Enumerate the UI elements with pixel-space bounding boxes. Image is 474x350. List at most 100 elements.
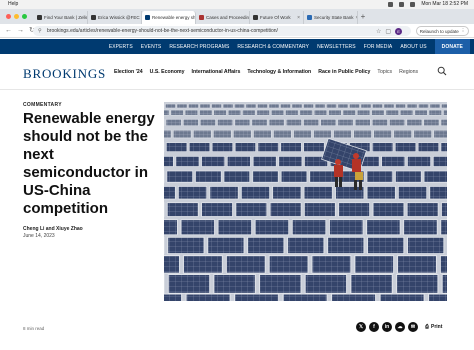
nav-experts[interactable]: EXPERTS — [109, 44, 133, 50]
solar-panel — [291, 103, 303, 109]
close-tab-icon[interactable]: × — [297, 15, 300, 21]
solar-panel — [414, 109, 428, 116]
solar-panel — [373, 129, 392, 139]
forward-arrow-icon[interactable]: → — [17, 27, 24, 35]
solar-panel — [268, 255, 309, 274]
solar-panel — [439, 255, 447, 274]
solar-panel — [209, 186, 239, 200]
solar-panel — [353, 129, 372, 139]
solar-panel — [201, 202, 233, 217]
extensions-icon[interactable]: ▢ — [385, 28, 391, 35]
site-info-icon[interactable]: ⚲ — [38, 28, 42, 34]
clock[interactable]: Mon Mar 18 2:52 PM — [421, 1, 468, 7]
tab-label: Security State Bank — [314, 15, 354, 20]
browser-tab[interactable]: Security State Bank× — [304, 11, 358, 24]
solar-panel — [413, 129, 432, 139]
solar-panel — [233, 129, 252, 139]
solar-panel — [395, 142, 417, 152]
nav-research-commentary[interactable]: RESEARCH & COMMENTARY — [237, 44, 309, 50]
browser-tab[interactable]: Erica Wissick @FEC× — [88, 11, 142, 24]
nav-us-economy[interactable]: U.S. Economy — [150, 69, 185, 75]
relaunch-button[interactable]: Relaunch to update ⋮ — [416, 26, 469, 36]
main-nav: Election '24 U.S. Economy International … — [114, 69, 418, 75]
solar-panel — [428, 109, 442, 116]
favicon-icon — [199, 15, 204, 20]
nav-technology[interactable]: Technology & Information — [247, 69, 311, 75]
bookmark-star-icon[interactable]: ☆ — [376, 28, 381, 35]
back-arrow-icon[interactable]: ← — [5, 27, 12, 35]
linkedin-share-icon[interactable]: in — [382, 322, 392, 332]
solar-panel — [211, 103, 222, 109]
nav-newsletters[interactable]: NEWSLETTERS — [317, 44, 356, 50]
solar-panel — [395, 170, 422, 183]
solar-panel — [331, 293, 377, 301]
solar-panel — [252, 155, 277, 167]
solar-panel — [226, 155, 251, 167]
close-window-button[interactable] — [6, 14, 11, 19]
favicon-icon — [91, 15, 96, 20]
browser-tab[interactable]: Future Of Work × — [250, 11, 304, 24]
solar-panel — [349, 103, 360, 109]
tab-label: Renewable energy sh — [152, 15, 196, 20]
zoom-window-button[interactable] — [22, 14, 27, 19]
url-bar[interactable]: ⚲ brookings.edu/articles/renewable-energ… — [33, 26, 411, 36]
wifi-icon[interactable] — [388, 1, 394, 7]
solar-panel — [166, 170, 193, 183]
new-tab-button[interactable]: + — [358, 11, 368, 24]
solar-panel — [178, 186, 208, 200]
brookings-logo[interactable]: BROOKINGS — [23, 66, 106, 82]
solar-panel — [423, 170, 447, 183]
print-button[interactable]: ⎙ Print — [425, 324, 442, 330]
nav-regions[interactable]: Regions — [399, 69, 418, 75]
nav-topics[interactable]: Topics — [377, 69, 392, 75]
solar-panel — [183, 255, 223, 274]
nav-international-affairs[interactable]: International Affairs — [192, 69, 241, 75]
browser-tab[interactable]: Cases and Proceedin× — [196, 11, 250, 24]
control-center-icon[interactable] — [410, 1, 416, 7]
solar-panel — [175, 155, 200, 167]
publish-date: June 14, 2023 — [23, 233, 55, 239]
help-menu[interactable]: Help — [8, 1, 18, 7]
nav-election[interactable]: Election '24 — [114, 69, 143, 75]
minimize-window-button[interactable] — [14, 14, 19, 19]
solar-panel — [418, 103, 429, 109]
solar-panel — [354, 255, 395, 274]
facebook-share-icon[interactable]: f — [369, 322, 379, 332]
solar-panel — [180, 219, 215, 236]
browser-tab[interactable]: Find Your Bank | Zelle× — [34, 11, 88, 24]
solar-panel — [366, 186, 396, 200]
solar-panel — [441, 103, 447, 109]
nav-race-public-policy[interactable]: Race in Public Policy — [318, 69, 370, 75]
solar-panel — [164, 255, 180, 274]
nav-events[interactable]: EVENTS — [141, 44, 162, 50]
donate-button[interactable]: DONATE — [434, 39, 470, 54]
article-authors[interactable]: Cheng Li and Xiuye Zhao — [23, 226, 83, 232]
solar-panel — [280, 103, 291, 109]
battery-icon[interactable] — [399, 1, 405, 7]
solar-panel — [166, 202, 199, 217]
bluesky-share-icon[interactable]: ☁ — [395, 322, 405, 332]
nav-research-programs[interactable]: RESEARCH PROGRAMS — [169, 44, 229, 50]
solar-panel — [234, 293, 280, 301]
solar-panel — [234, 103, 245, 109]
solar-panel — [441, 274, 447, 294]
solar-panel — [213, 129, 232, 139]
nav-for-media[interactable]: FOR MEDIA — [364, 44, 393, 50]
solar-panel — [280, 142, 302, 152]
browser-tab-active[interactable]: Renewable energy sh× — [142, 11, 196, 24]
solar-panel — [303, 118, 319, 126]
article-kicker[interactable]: COMMENTARY — [23, 102, 62, 108]
share-bar: 𝕏 f in ☁ ✉ ⎙ Print — [356, 322, 442, 332]
search-icon[interactable] — [437, 66, 447, 76]
solar-panel — [164, 219, 178, 236]
solar-panel — [396, 274, 439, 294]
email-share-icon[interactable]: ✉ — [408, 322, 418, 332]
profile-avatar[interactable]: E — [395, 28, 403, 35]
toolbar-icons: ☆ ▢ E — [376, 28, 403, 35]
nav-about-us[interactable]: ABOUT US — [400, 44, 426, 50]
solar-panel — [170, 109, 184, 116]
x-share-icon[interactable]: 𝕏 — [356, 322, 366, 332]
solar-panel — [406, 118, 423, 126]
favicon-icon — [145, 15, 150, 20]
solar-panel — [309, 170, 336, 183]
